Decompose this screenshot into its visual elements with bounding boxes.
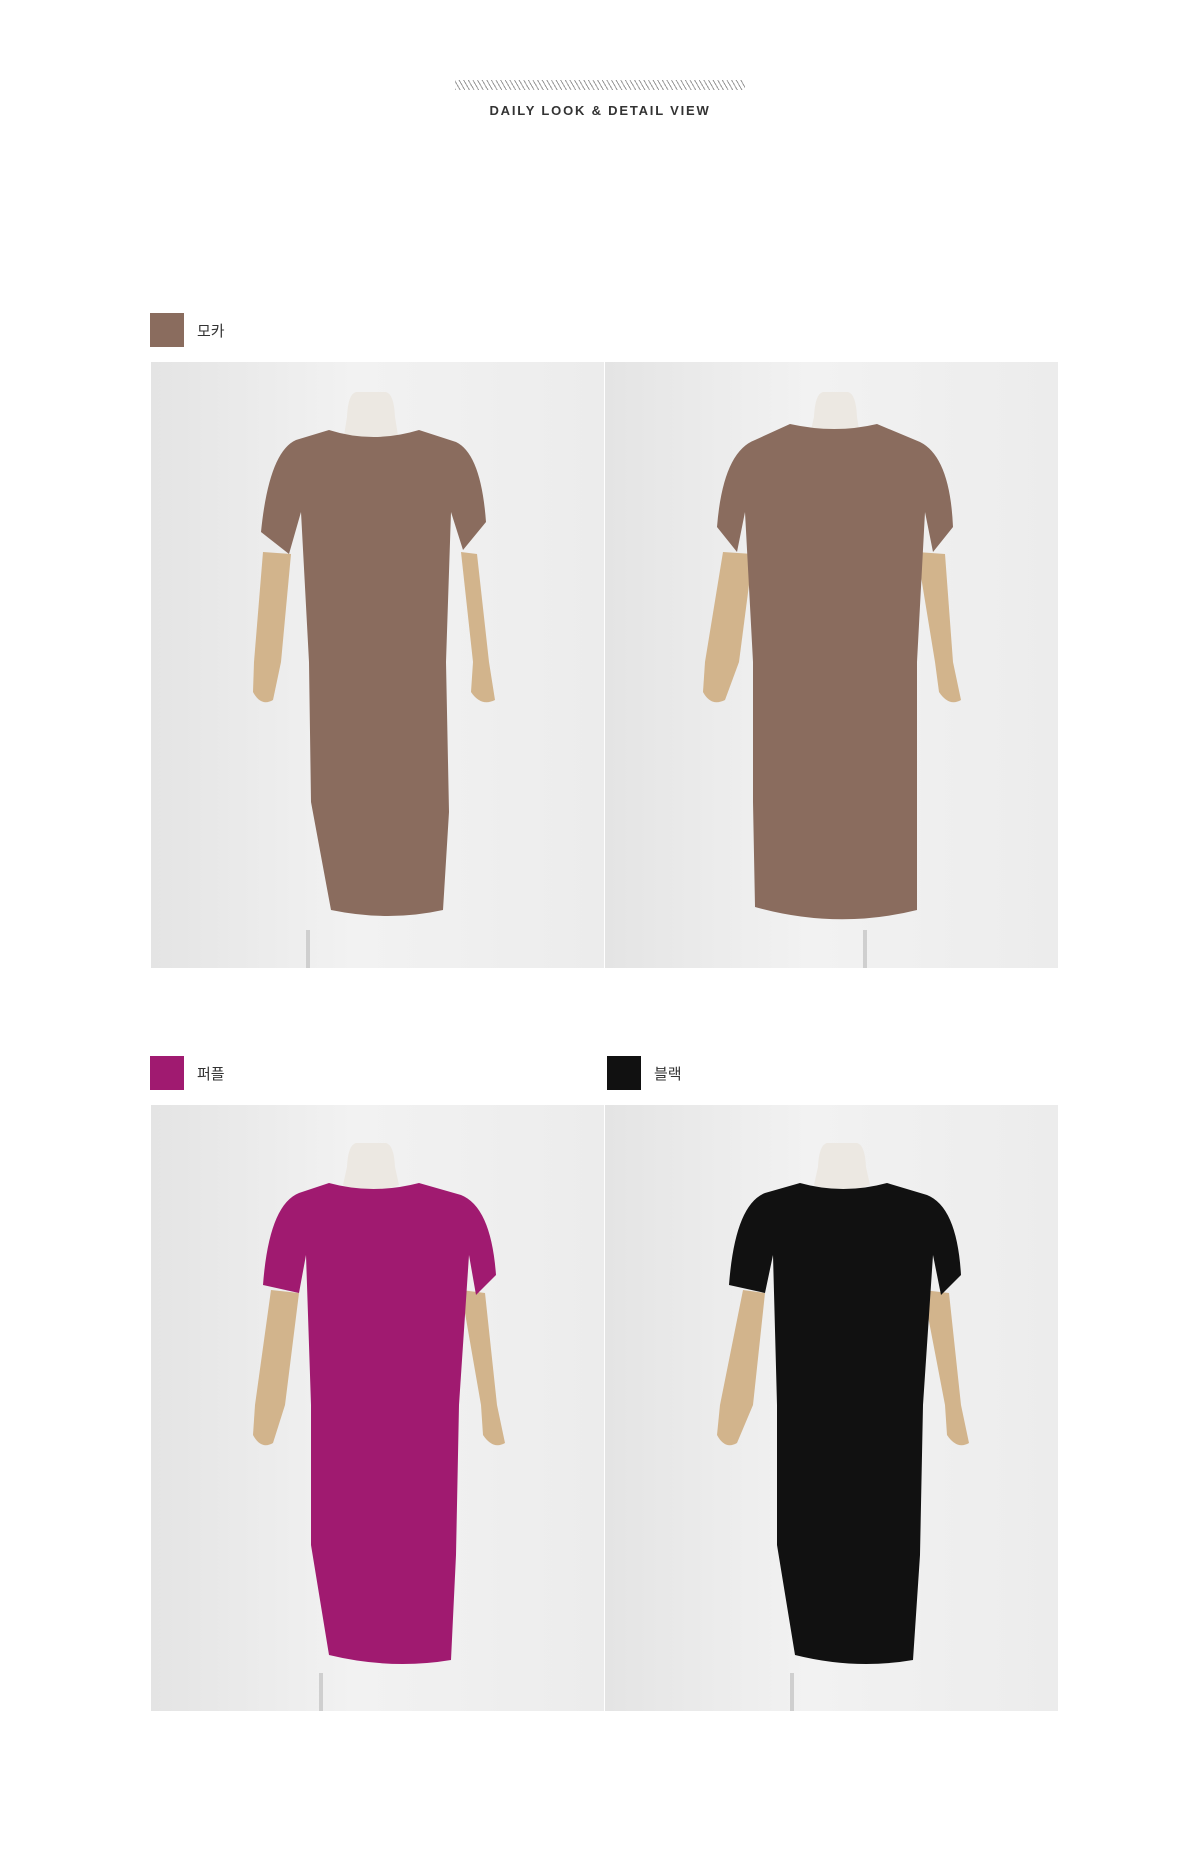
dress-shape xyxy=(261,430,486,916)
color-label-purple: 퍼플 xyxy=(150,1056,225,1090)
section-title: DAILY LOOK & DETAIL VIEW xyxy=(489,103,711,118)
hatch-divider xyxy=(455,80,745,90)
color-name-purple: 퍼플 xyxy=(197,1064,225,1083)
color-label-mocha: 모카 xyxy=(150,313,225,347)
color-label-black: 블랙 xyxy=(607,1056,682,1090)
dress-shape xyxy=(717,424,953,920)
product-photo-mocha-back xyxy=(605,362,1058,968)
product-photo-purple-front xyxy=(151,1105,604,1711)
color-name-black: 블랙 xyxy=(654,1064,682,1083)
section-header: DAILY LOOK & DETAIL VIEW xyxy=(0,80,1200,118)
color-swatch-purple xyxy=(150,1056,184,1090)
color-swatch-mocha xyxy=(150,313,184,347)
color-swatch-black xyxy=(607,1056,641,1090)
dress-shape xyxy=(729,1183,961,1664)
color-name-mocha: 모카 xyxy=(197,321,225,340)
product-photo-black-front xyxy=(605,1105,1058,1711)
product-photo-mocha-front xyxy=(151,362,604,968)
dress-shape xyxy=(263,1183,496,1664)
